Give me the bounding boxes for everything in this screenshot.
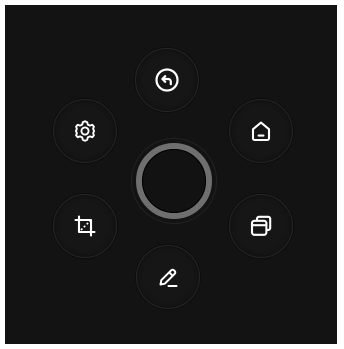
- crop-button[interactable]: [53, 194, 117, 258]
- settings-button[interactable]: [53, 99, 117, 163]
- edit-button[interactable]: [136, 245, 200, 309]
- recent-apps-button[interactable]: [229, 194, 293, 258]
- home-icon: [248, 118, 274, 144]
- gear-icon: [72, 118, 98, 144]
- back-button[interactable]: [135, 48, 199, 112]
- pencil-icon: [155, 264, 181, 290]
- center-joystick-button[interactable]: [131, 138, 217, 224]
- home-button[interactable]: [229, 99, 293, 163]
- crop-icon: [72, 213, 98, 239]
- back-arrow-icon: [154, 67, 180, 93]
- center-knob: [142, 149, 206, 213]
- recent-apps-icon: [248, 213, 274, 239]
- radial-menu-panel: [5, 5, 337, 344]
